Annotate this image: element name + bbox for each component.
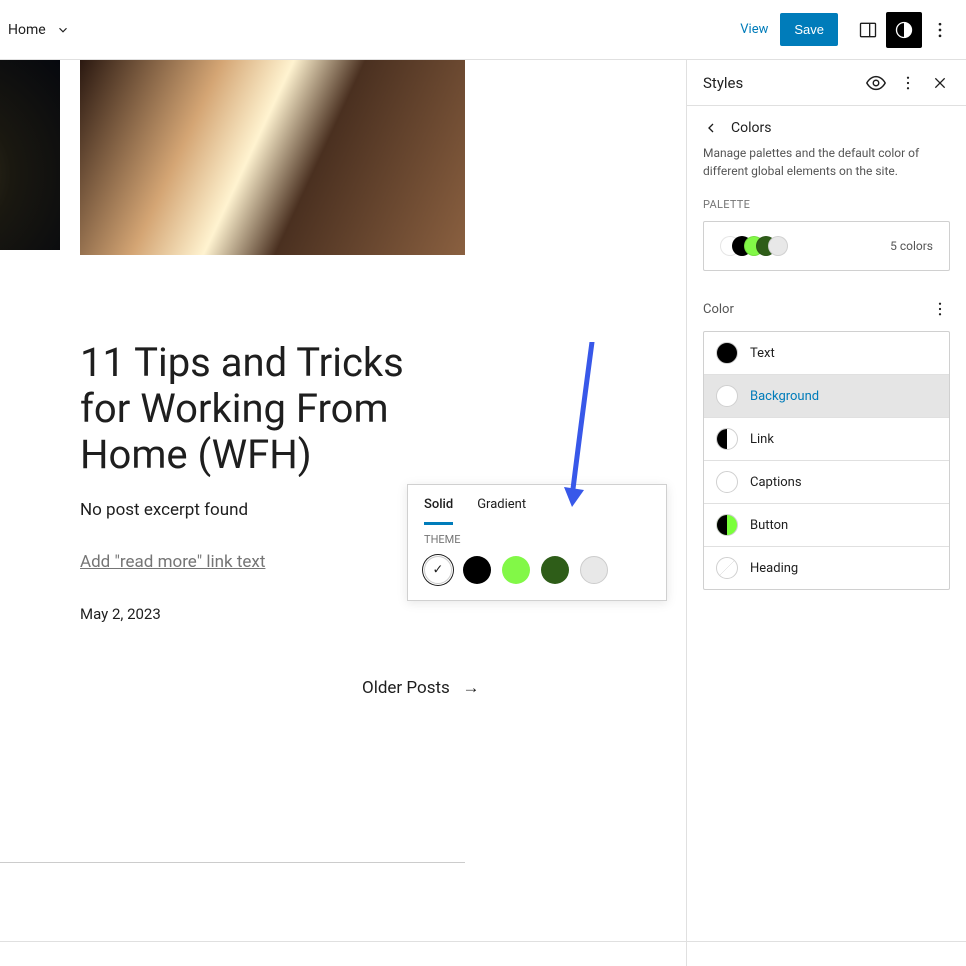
color-swatch[interactable] xyxy=(502,556,530,584)
check-icon: ✓ xyxy=(433,563,444,578)
color-item-heading[interactable]: Heading xyxy=(704,547,949,589)
color-item-label: Captions xyxy=(750,475,802,490)
color-item-label: Link xyxy=(750,432,774,447)
divider xyxy=(0,941,966,942)
sidebar-toggle-icon[interactable] xyxy=(850,12,886,48)
breadcrumb[interactable]: Home xyxy=(8,21,72,39)
sidebar-description: Manage palettes and the default color of… xyxy=(687,144,966,198)
color-preview-swatch xyxy=(716,471,738,493)
post-excerpt[interactable]: No post excerpt found xyxy=(80,500,248,520)
color-preview-swatch xyxy=(716,428,738,450)
tab-solid[interactable]: Solid xyxy=(424,485,453,525)
palette-count: 5 colors xyxy=(890,239,933,253)
color-item-captions[interactable]: Captions xyxy=(704,461,949,504)
color-swatch[interactable]: ✓ xyxy=(424,556,452,584)
older-posts-link[interactable]: Older Posts → xyxy=(362,678,480,698)
palette-swatch xyxy=(768,236,788,256)
topbar: Home View Save xyxy=(0,0,966,60)
post-title[interactable]: 11 Tips and Tricks for Working From Home… xyxy=(80,340,450,478)
sidebar-title: Styles xyxy=(703,74,743,92)
color-item-button[interactable]: Button xyxy=(704,504,949,547)
view-link[interactable]: View xyxy=(728,14,780,45)
color-preview-swatch xyxy=(716,514,738,536)
sidebar-subtitle: Colors xyxy=(731,120,771,136)
save-button[interactable]: Save xyxy=(780,13,838,46)
color-item-label: Background xyxy=(750,389,819,404)
color-item-label: Heading xyxy=(750,561,798,576)
post-image xyxy=(80,60,465,255)
color-more-icon[interactable] xyxy=(926,295,954,323)
styles-toggle-icon[interactable] xyxy=(886,12,922,48)
read-more-link[interactable]: Add "read more" link text xyxy=(80,552,265,572)
color-preview-swatch xyxy=(716,385,738,407)
color-section-label: Color xyxy=(703,302,734,317)
more-icon[interactable] xyxy=(894,69,922,97)
close-icon[interactable] xyxy=(926,69,954,97)
color-item-link[interactable]: Link xyxy=(704,418,949,461)
post-date: May 2, 2023 xyxy=(80,605,161,623)
color-item-label: Text xyxy=(750,346,775,361)
editor-canvas[interactable]: vel 11 Tips and Tricks for Working From … xyxy=(0,60,686,966)
eye-icon[interactable] xyxy=(862,69,890,97)
styles-sidebar: Styles Colors Manage palettes and the de… xyxy=(686,60,966,966)
color-swatch[interactable] xyxy=(580,556,608,584)
color-swatch[interactable] xyxy=(541,556,569,584)
chevron-down-icon xyxy=(54,21,72,39)
home-label[interactable]: Home xyxy=(8,22,46,38)
color-preview-swatch xyxy=(716,342,738,364)
color-item-background[interactable]: Background xyxy=(704,375,949,418)
palette-section-label: PALETTE xyxy=(687,198,966,221)
color-item-text[interactable]: Text xyxy=(704,332,949,375)
palette-button[interactable]: 5 colors xyxy=(703,221,950,271)
color-swatch[interactable] xyxy=(463,556,491,584)
more-options-icon[interactable] xyxy=(922,12,958,48)
color-item-label: Button xyxy=(750,518,788,533)
post-image xyxy=(0,60,60,250)
color-picker-popover: Solid Gradient THEME ✓ xyxy=(407,484,667,601)
color-preview-swatch xyxy=(716,557,738,579)
theme-label: THEME xyxy=(424,533,650,546)
divider xyxy=(0,862,465,863)
older-posts-label: Older Posts xyxy=(362,678,450,698)
tab-gradient[interactable]: Gradient xyxy=(477,485,526,525)
back-icon[interactable] xyxy=(703,120,719,136)
